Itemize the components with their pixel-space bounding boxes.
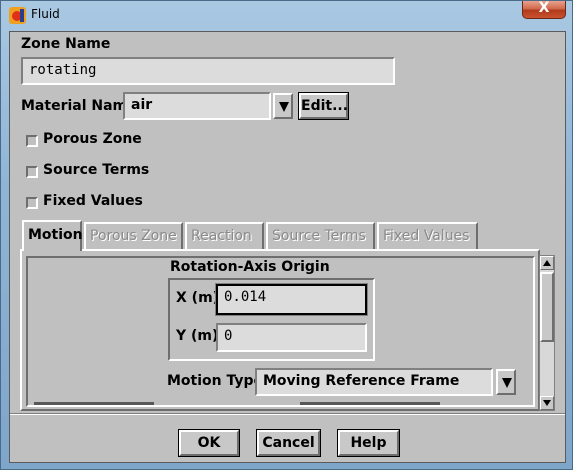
- source-terms-checkbox[interactable]: [26, 166, 38, 178]
- cancel-button-label: Cancel: [262, 435, 315, 451]
- x-coordinate-input[interactable]: 0.014: [215, 283, 368, 316]
- truncated-label-right: [300, 402, 440, 405]
- zone-name-input[interactable]: rotating: [21, 57, 395, 85]
- ok-button[interactable]: OK: [179, 430, 239, 456]
- scroll-down-button[interactable]: [540, 396, 554, 410]
- title-bar[interactable]: Fluid X: [1, 0, 572, 31]
- y-coordinate-label: Y (m): [176, 328, 219, 344]
- scroll-thumb[interactable]: [540, 272, 554, 342]
- fixed-values-label: Fixed Values: [43, 193, 143, 209]
- scroll-up-button[interactable]: [540, 256, 554, 270]
- edit-material-button[interactable]: Edit...: [299, 93, 348, 119]
- ok-button-label: OK: [197, 435, 221, 451]
- truncated-label-left: [34, 402, 154, 405]
- material-select[interactable]: air: [123, 92, 271, 120]
- tab-motion[interactable]: Motion: [22, 220, 83, 251]
- edit-button-label: Edit...: [301, 98, 349, 114]
- y-coordinate-input[interactable]: 0: [216, 323, 367, 352]
- button-separator: [10, 413, 565, 415]
- cancel-button[interactable]: Cancel: [257, 430, 320, 456]
- material-name-label: Material Name: [21, 98, 137, 114]
- arrow-down-icon: [543, 400, 551, 406]
- porous-zone-label: Porous Zone: [43, 131, 142, 147]
- help-button-label: Help: [350, 435, 387, 451]
- fixed-values-checkbox[interactable]: [26, 197, 38, 209]
- motion-scroll-area: Rotation-Axis Origin X (m) 0.014 Y (m) 0…: [26, 256, 535, 407]
- tab-fixed-values[interactable]: Fixed Values: [377, 222, 478, 249]
- window-title: Fluid: [31, 7, 60, 21]
- tab-reaction[interactable]: Reaction: [185, 222, 264, 249]
- zone-name-label: Zone Name: [21, 36, 111, 52]
- tab-porous-zone[interactable]: Porous Zone: [84, 222, 183, 249]
- motion-tab-panel: Rotation-Axis Origin X (m) 0.014 Y (m) 0…: [20, 249, 540, 411]
- arrow-up-icon: [543, 260, 551, 266]
- window-close-button[interactable]: X: [522, 0, 566, 19]
- fluent-app-icon: [9, 7, 26, 24]
- rotation-axis-origin-title: Rotation-Axis Origin: [170, 259, 330, 275]
- source-terms-label: Source Terms: [43, 162, 150, 178]
- help-button[interactable]: Help: [338, 430, 399, 456]
- material-dropdown-button[interactable]: [273, 93, 293, 119]
- dialog-window: Fluid X Zone Name rotating Material Name…: [0, 0, 573, 470]
- triangle-down-icon: [279, 102, 289, 112]
- triangle-down-icon: [502, 378, 512, 388]
- close-icon: X: [538, 0, 550, 16]
- motion-type-dropdown-button[interactable]: [496, 369, 516, 395]
- dialog-client: Zone Name rotating Material Name air Edi…: [9, 31, 566, 463]
- x-coordinate-label: X (m): [176, 290, 220, 306]
- motion-type-select[interactable]: Moving Reference Frame: [255, 368, 493, 396]
- motion-type-label: Motion Type: [167, 373, 264, 389]
- porous-zone-checkbox[interactable]: [26, 135, 38, 147]
- vertical-scrollbar[interactable]: [539, 255, 555, 411]
- tab-source-terms[interactable]: Source Terms: [266, 222, 375, 249]
